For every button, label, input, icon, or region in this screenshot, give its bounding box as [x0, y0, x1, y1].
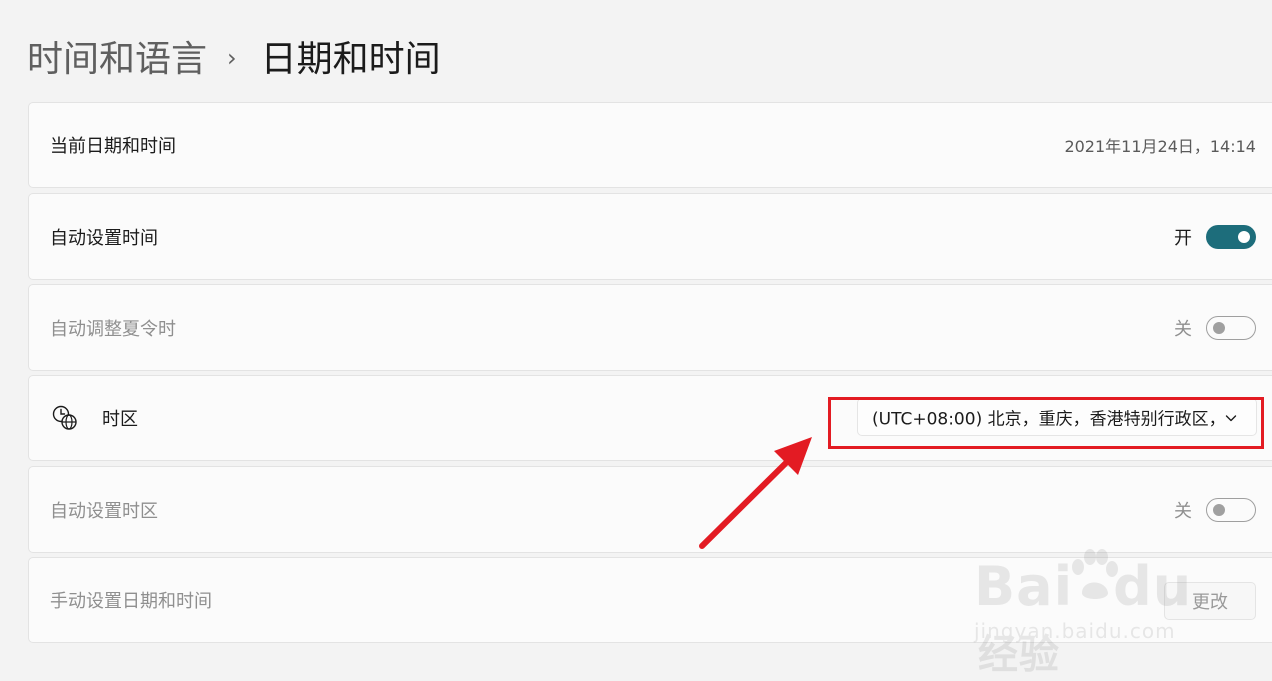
auto-timezone-card: 自动设置时区 关: [28, 466, 1272, 553]
manual-datetime-label: 手动设置日期和时间: [50, 591, 212, 612]
auto-time-toggle-group: 开: [1174, 224, 1256, 250]
current-datetime-label: 当前日期和时间: [50, 136, 176, 157]
auto-time-label: 自动设置时间: [50, 227, 158, 249]
auto-dst-label: 自动调整夏令时: [50, 318, 176, 340]
auto-timezone-label: 自动设置时区: [50, 500, 158, 522]
auto-time-card: 自动设置时间 开: [28, 193, 1272, 280]
breadcrumb-separator: ›: [227, 44, 237, 72]
breadcrumb: 时间和语言 › 日期和时间: [27, 36, 441, 84]
toggle-knob: [1213, 321, 1225, 334]
toggle-knob: [1213, 503, 1225, 516]
manual-datetime-card: 手动设置日期和时间 更改: [28, 557, 1272, 643]
auto-dst-state-label: 关: [1174, 318, 1192, 340]
change-button[interactable]: 更改: [1164, 582, 1256, 620]
auto-dst-toggle-group: 关: [1174, 315, 1256, 341]
auto-time-toggle[interactable]: [1206, 224, 1256, 249]
current-datetime-value: 2021年11月24日，14:14: [1064, 137, 1256, 156]
auto-dst-toggle[interactable]: [1206, 315, 1256, 340]
current-datetime-card: 当前日期和时间 2021年11月24日，14:14: [28, 102, 1272, 188]
auto-time-state-label: 开: [1174, 227, 1192, 249]
toggle-knob: [1238, 230, 1250, 243]
auto-timezone-state-label: 关: [1174, 500, 1192, 522]
auto-timezone-toggle[interactable]: [1206, 497, 1256, 522]
timezone-label: 时区: [102, 409, 138, 430]
clock-globe-icon: [52, 405, 77, 430]
auto-dst-card: 自动调整夏令时 关: [28, 284, 1272, 371]
page-title: 日期和时间: [260, 39, 441, 80]
auto-timezone-toggle-group: 关: [1174, 497, 1256, 523]
breadcrumb-parent-link[interactable]: 时间和语言: [27, 36, 207, 84]
annotation-highlight-box: [828, 397, 1264, 449]
